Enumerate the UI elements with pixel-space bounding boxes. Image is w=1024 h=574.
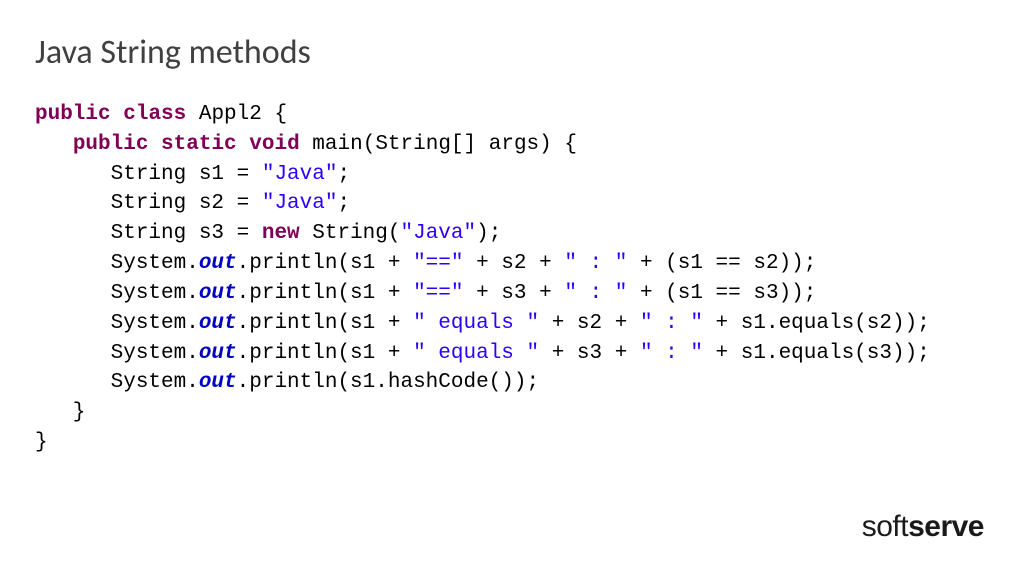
code-text: ; <box>337 192 350 215</box>
code-text: String s2 = <box>35 192 262 215</box>
string-literal: " : " <box>640 312 703 335</box>
field-out: out <box>199 252 237 275</box>
keyword-public: public <box>73 133 149 156</box>
code-text: String( <box>300 222 401 245</box>
string-literal: " : " <box>564 282 627 305</box>
field-out: out <box>199 342 237 365</box>
keyword-void: void <box>249 133 299 156</box>
keyword-new: new <box>262 222 300 245</box>
code-text: .println(s1.hashCode()); <box>237 371 539 394</box>
code-text: + s3 + <box>464 282 565 305</box>
code-text: + s1.equals(s3)); <box>703 342 930 365</box>
code-text: } <box>35 401 85 424</box>
code-text: ; <box>337 163 350 186</box>
code-text: main(String[] args) { <box>300 133 577 156</box>
code-text: .println(s1 + <box>237 282 413 305</box>
string-literal: "==" <box>413 252 463 275</box>
string-literal: "Java" <box>262 192 338 215</box>
code-text: System. <box>35 252 199 275</box>
code-text: Appl2 { <box>186 103 287 126</box>
string-literal: " : " <box>640 342 703 365</box>
string-literal: " equals " <box>413 312 539 335</box>
code-text: System. <box>35 342 199 365</box>
code-text: + s1.equals(s2)); <box>703 312 930 335</box>
code-text: System. <box>35 371 199 394</box>
code-text: + s2 + <box>539 312 640 335</box>
code-text: .println(s1 + <box>237 252 413 275</box>
code-text: + (s1 == s2)); <box>627 252 816 275</box>
keyword-static: static <box>161 133 237 156</box>
field-out: out <box>199 371 237 394</box>
slide-title: Java String methods <box>35 32 311 73</box>
code-text: } <box>35 431 48 454</box>
string-literal: " : " <box>564 252 627 275</box>
field-out: out <box>199 282 237 305</box>
code-text: System. <box>35 312 199 335</box>
code-text: + (s1 == s3)); <box>627 282 816 305</box>
logo-serve: serve <box>908 510 984 543</box>
code-text: ); <box>476 222 501 245</box>
code-text: + s3 + <box>539 342 640 365</box>
code-text: System. <box>35 282 199 305</box>
code-text: .println(s1 + <box>237 342 413 365</box>
keyword-class: class <box>123 103 186 126</box>
code-text: String s1 = <box>35 163 262 186</box>
softserve-logo: softserve <box>862 510 984 544</box>
field-out: out <box>199 312 237 335</box>
string-literal: "==" <box>413 282 463 305</box>
code-text: String s3 = <box>35 222 262 245</box>
string-literal: "Java" <box>262 163 338 186</box>
string-literal: " equals " <box>413 342 539 365</box>
keyword-public: public <box>35 103 111 126</box>
logo-soft: soft <box>862 510 908 543</box>
code-text: .println(s1 + <box>237 312 413 335</box>
string-literal: "Java" <box>400 222 476 245</box>
code-text: + s2 + <box>464 252 565 275</box>
code-block: public class Appl2 { public static void … <box>35 100 930 458</box>
